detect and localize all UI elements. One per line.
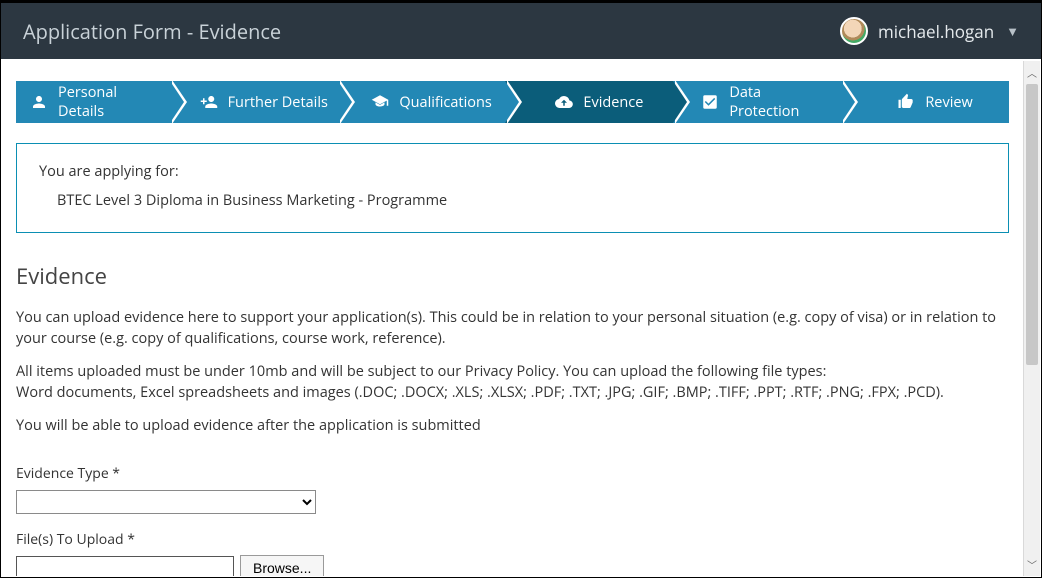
chevron-down-icon: ▼: [1006, 22, 1019, 40]
content-area: Personal Details Further Details Qualifi…: [2, 61, 1023, 576]
graduation-cap-icon: [371, 93, 389, 111]
step-label: Qualifications: [399, 93, 491, 112]
info-lead: You are applying for:: [39, 162, 986, 181]
filetypes-line1: All items uploaded must be under 10mb an…: [16, 362, 826, 381]
top-bar: Application Form - Evidence michael.hoga…: [1, 1, 1041, 59]
application-info-box: You are applying for: BTEC Level 3 Diplo…: [16, 143, 1009, 233]
scrollbar-track[interactable]: [1024, 84, 1040, 553]
files-row: File(s) To Upload * Browse...: [16, 530, 1009, 576]
step-qualifications[interactable]: Qualifications: [338, 81, 506, 123]
step-evidence[interactable]: Evidence: [505, 81, 673, 123]
step-label: Data Protection: [729, 83, 833, 121]
step-label: Review: [925, 93, 972, 112]
step-label: Evidence: [583, 93, 643, 112]
check-square-icon: [701, 93, 719, 111]
user-menu[interactable]: michael.hogan ▼: [840, 17, 1019, 45]
evidence-type-label: Evidence Type *: [16, 464, 1009, 483]
info-program: BTEC Level 3 Diploma in Business Marketi…: [39, 191, 986, 210]
person-icon: [30, 93, 48, 111]
person-plus-icon: [200, 93, 218, 111]
evidence-type-row: Evidence Type *: [16, 464, 1009, 514]
step-label: Further Details: [228, 93, 328, 112]
step-data-protection[interactable]: Data Protection: [673, 81, 841, 123]
step-further-details[interactable]: Further Details: [170, 81, 338, 123]
avatar: [840, 17, 868, 45]
browse-button[interactable]: Browse...: [240, 555, 324, 576]
scroll-up-icon[interactable]: ︿: [1024, 61, 1040, 84]
intro-paragraph: You can upload evidence here to support …: [16, 307, 1009, 349]
step-label: Personal Details: [58, 83, 162, 121]
thumbs-up-icon: [897, 93, 915, 111]
vertical-scrollbar[interactable]: ︿ ﹀: [1023, 61, 1040, 576]
step-review[interactable]: Review: [841, 81, 1009, 123]
filetypes-line2: Word documents, Excel spreadsheets and i…: [16, 383, 944, 402]
post-submit-note: You will be able to upload evidence afte…: [16, 415, 1009, 436]
scroll-down-icon[interactable]: ﹀: [1024, 553, 1040, 576]
scrollbar-thumb[interactable]: [1026, 84, 1038, 365]
files-label: File(s) To Upload *: [16, 530, 1009, 549]
evidence-type-select[interactable]: [16, 490, 316, 514]
files-path-input[interactable]: [16, 556, 234, 576]
section-heading: Evidence: [16, 261, 1009, 291]
step-personal-details[interactable]: Personal Details: [16, 81, 170, 123]
progress-stepper: Personal Details Further Details Qualifi…: [16, 81, 1009, 123]
page-title: Application Form - Evidence: [23, 18, 281, 45]
filetypes-paragraph: All items uploaded must be under 10mb an…: [16, 361, 1009, 403]
username: michael.hogan: [878, 20, 994, 43]
cloud-upload-icon: [555, 93, 573, 111]
